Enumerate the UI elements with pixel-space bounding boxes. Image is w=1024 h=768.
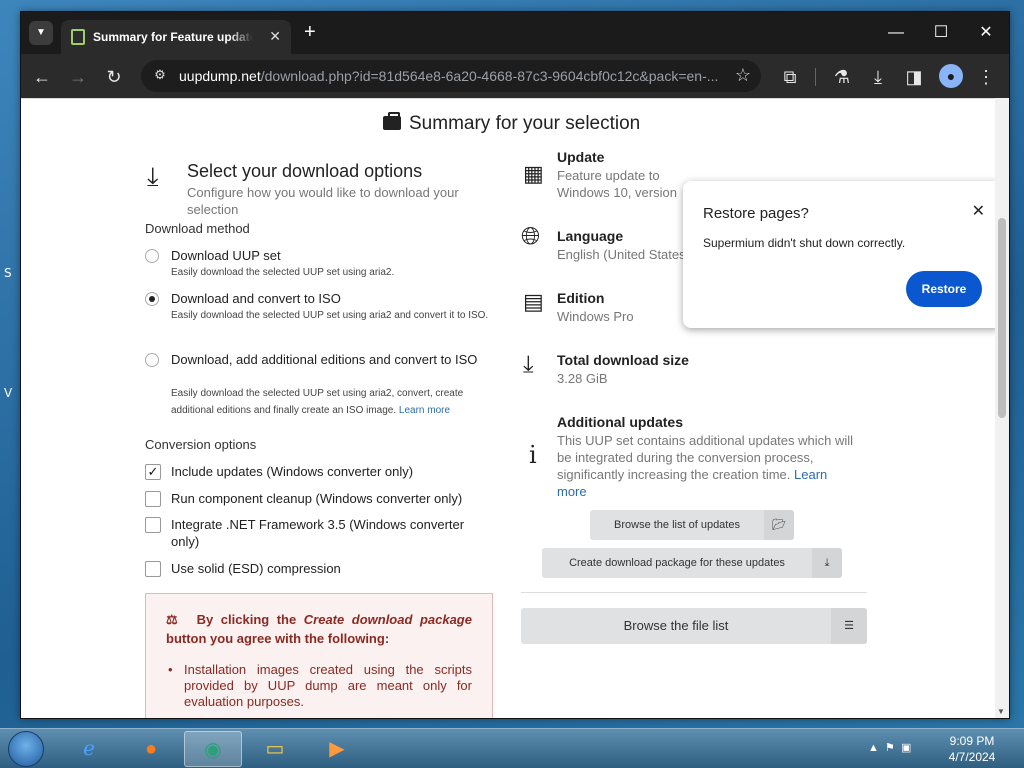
url-text: uupdump.net/download.php?id=81d564e8-6a2… [179, 68, 719, 84]
divider [521, 592, 867, 593]
option-description: Easily download the selected UUP set usi… [171, 267, 395, 278]
reload-icon[interactable]: ↻ [101, 64, 127, 90]
tab-close-icon[interactable]: ✕ [269, 28, 281, 45]
minimize-button[interactable]: — [876, 20, 916, 46]
scrollbar-thumb[interactable] [998, 218, 1006, 418]
taskbar: ℯ ● ◉ ▭ ▶ ▲ ⚑ ▣ 9:09 PM 4/7/2024 [0, 728, 1024, 768]
checkbox-component-cleanup[interactable] [145, 491, 161, 507]
site-info-icon[interactable]: ⚙ [151, 67, 169, 85]
browser-window: ▼ Summary for Feature update to Windows … [20, 11, 1010, 719]
edition-value: Windows Pro [557, 309, 634, 324]
restore-pages-dialog: Restore pages? ✕ Supermium didn't shut d… [683, 181, 995, 328]
windows-logo-icon: ▦ [523, 161, 544, 186]
radio-download-uup[interactable] [145, 249, 159, 263]
additional-updates-label: Additional updates [557, 414, 683, 430]
page-title: Summary for your selection [383, 112, 640, 135]
option-title: Download and convert to ISO [171, 291, 341, 306]
agreement-box: ⚖ By clicking the Create download packag… [145, 593, 493, 718]
close-window-button[interactable]: ✕ [966, 20, 1006, 46]
back-icon[interactable]: ← [29, 64, 55, 90]
list-icon: ☰ [831, 608, 867, 644]
option-title: Integrate .NET Framework 3.5 (Windows co… [171, 517, 465, 549]
dialog-title: Restore pages? [703, 205, 809, 222]
file-explorer-icon[interactable]: ▭ [246, 731, 304, 767]
download-options-subtitle: Configure how you would like to download… [187, 185, 459, 217]
language-label: Language [557, 228, 624, 244]
download-icon: ⤓ [523, 351, 534, 378]
globe-icon: 🌐︎ [521, 223, 541, 250]
supermium-taskbar-icon[interactable]: ◉ [184, 731, 242, 767]
scale-icon: ⚖ [166, 612, 182, 627]
option-description: Easily download the selected UUP set usi… [171, 388, 464, 416]
option-title: Include updates (Windows converter only) [171, 464, 414, 479]
mouse-pointer-icon [110, 594, 117, 608]
address-bar[interactable]: ⚙ uupdump.net/download.php?id=81d564e8-6… [141, 60, 761, 92]
clock[interactable]: 9:09 PM 4/7/2024 [940, 733, 1004, 765]
option-title: Run component cleanup (Windows converter… [171, 491, 463, 506]
bookmark-star-icon[interactable]: ☆ [735, 65, 751, 86]
download-size-value: 3.28 GiB [557, 371, 608, 386]
new-tab-button[interactable]: + [304, 21, 316, 43]
side-panel-icon[interactable]: ◨ [901, 64, 927, 90]
radio-convert-iso[interactable] [145, 292, 159, 306]
conversion-options-label: Conversion options [145, 437, 257, 452]
checkbox-include-updates[interactable]: ✓ [145, 464, 161, 480]
agreement-item: Installation images created using the sc… [168, 662, 472, 710]
maximize-button[interactable]: ☐ [921, 20, 961, 46]
vertical-scrollbar[interactable]: ▼ [995, 98, 1009, 718]
close-icon[interactable]: ✕ [972, 201, 985, 221]
labs-flask-icon[interactable]: ⚗ [829, 64, 855, 90]
media-player-icon[interactable]: ▶ [308, 731, 366, 767]
restore-button[interactable]: Restore [906, 271, 982, 307]
internet-explorer-icon[interactable]: ℯ [60, 731, 118, 767]
agreement-text: ⚖ By clicking the Create download packag… [166, 612, 472, 646]
folder-open-icon: 📂︎ [764, 510, 794, 540]
page-content: Summary for your selection ⤓ Select your… [21, 98, 995, 718]
option-title: Download, add additional editions and co… [171, 352, 478, 367]
radio-additional-editions[interactable] [145, 353, 159, 367]
option-description: Easily download the selected UUP set usi… [171, 310, 489, 321]
downloads-icon[interactable]: ⤓ [865, 64, 891, 90]
additional-updates-value: This UUP set contains additional updates… [557, 433, 854, 499]
desktop-icon-label: V [4, 386, 13, 400]
tab-title: Summary for Feature update to Windows [93, 30, 253, 44]
firefox-icon[interactable]: ● [122, 731, 180, 767]
info-icon: i [529, 441, 537, 469]
start-button[interactable] [8, 731, 44, 767]
checkbox-netfx[interactable] [145, 517, 161, 533]
learn-more-link[interactable]: Learn more [399, 405, 450, 416]
browse-updates-button[interactable]: Browse the list of updates 📂︎ [590, 510, 794, 540]
tab-active[interactable]: Summary for Feature update to Windows ✕ [61, 20, 291, 54]
menu-kebab-icon[interactable]: ⋮ [973, 64, 999, 90]
site-favicon-icon [71, 29, 85, 45]
tray-icons[interactable]: ▲ ⚑ ▣ [868, 741, 911, 754]
download-options-heading: Select your download options [187, 161, 423, 181]
checkbox-esd[interactable] [145, 561, 161, 577]
toolbar: ← → ↻ ⚙ uupdump.net/download.php?id=81d5… [21, 54, 1009, 98]
download-method-label: Download method [145, 221, 250, 236]
briefcase-icon [383, 112, 401, 130]
profile-avatar-icon[interactable]: ● [939, 64, 963, 88]
option-title: Use solid (ESD) compression [171, 561, 341, 576]
extensions-icon[interactable]: ⧉ [777, 64, 803, 90]
tab-search-button[interactable]: ▼ [29, 21, 53, 45]
update-value: Feature update to Windows 10, version 18… [557, 168, 677, 200]
update-label: Update [557, 149, 605, 165]
edition-label: Edition [557, 290, 605, 306]
desktop-icon-label: S [4, 266, 12, 280]
dialog-message: Supermium didn't shut down correctly. [703, 236, 906, 250]
title-bar: ▼ Summary for Feature update to Windows … [21, 12, 1009, 54]
scroll-down-arrow-icon[interactable]: ▼ [997, 707, 1005, 716]
create-update-package-button[interactable]: Create download package for these update… [542, 548, 842, 578]
toolbar-divider [815, 68, 816, 86]
download-size-label: Total download size [557, 352, 689, 368]
language-value: English (United States) [557, 247, 690, 262]
download-tray-icon: ⤓ [147, 161, 159, 191]
forward-icon[interactable]: → [65, 64, 91, 90]
option-title: Download UUP set [171, 248, 281, 263]
browse-file-list-button[interactable]: Browse the file list ☰ [521, 608, 867, 644]
archive-box-icon: ▤ [523, 289, 544, 314]
download-icon: ⤓ [812, 548, 842, 578]
